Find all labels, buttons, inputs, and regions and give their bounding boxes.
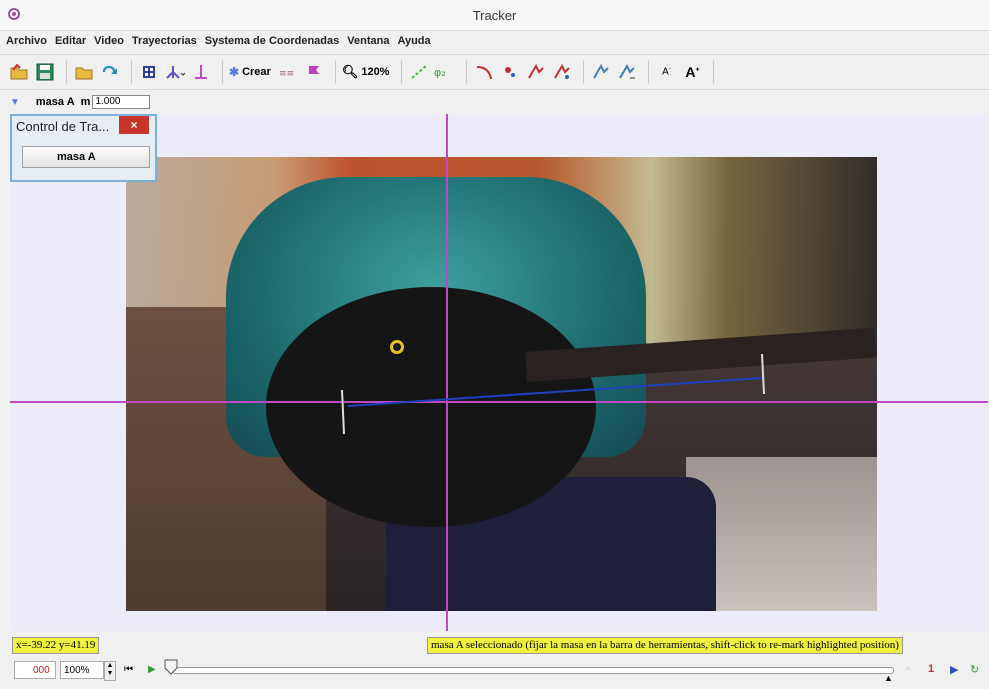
play-icon[interactable]: ▶: [148, 664, 156, 675]
calibration-icon[interactable]: [190, 61, 212, 83]
mark-icon[interactable]: [590, 61, 612, 83]
point-icon[interactable]: [499, 61, 521, 83]
toolbar-separator: [401, 60, 403, 84]
points-icon[interactable]: [303, 61, 325, 83]
zoom-button[interactable]: 🔍︎ 120%: [342, 64, 390, 80]
svg-text:≡≡: ≡≡: [279, 69, 294, 78]
line-icon[interactable]: [408, 61, 430, 83]
menu-editar[interactable]: Editar: [55, 35, 86, 47]
y-axis[interactable]: [446, 114, 448, 631]
video-canvas[interactable]: [10, 114, 988, 631]
frame-slider[interactable]: [172, 667, 894, 674]
mass-input[interactable]: 1.000: [92, 95, 151, 109]
main-toolbar: ✱ Crear ≡≡ 🔍︎ 120% φ₂ A- A+: [0, 54, 989, 90]
menu-coordenadas[interactable]: Systema de Coordenadas: [205, 35, 340, 47]
menu-video[interactable]: Video: [94, 35, 124, 47]
panel-title: Control de Tra...: [16, 119, 110, 134]
axes-icon[interactable]: [164, 61, 186, 83]
rewind-icon[interactable]: ⏮: [124, 664, 133, 675]
open-video-icon[interactable]: [73, 61, 95, 83]
status-message: masa A seleccionado (fijar la masa en la…: [427, 637, 903, 654]
font-smaller-icon[interactable]: A-: [655, 61, 677, 83]
loop-icon[interactable]: ↻: [970, 663, 979, 676]
arc-icon[interactable]: [473, 61, 495, 83]
window-title: Tracker: [472, 8, 517, 23]
svg-text:φ₂: φ₂: [434, 66, 446, 79]
track-name[interactable]: masa A: [36, 96, 75, 108]
toolbar-separator: [66, 60, 67, 84]
zoom-field[interactable]: 100%: [60, 661, 104, 679]
create-label: Crear: [242, 66, 271, 78]
menu-bar: Archivo Editar Video Trayectorias System…: [0, 31, 989, 51]
menu-trayectorias[interactable]: Trayectorias: [132, 35, 197, 47]
track-control-bar: ▼ masa A m 1.000: [0, 91, 989, 113]
angle-icon[interactable]: φ₂: [434, 61, 456, 83]
zoom-label: 120%: [361, 66, 390, 78]
create-track-button[interactable]: ✱ Crear: [229, 65, 271, 79]
menu-ayuda[interactable]: Ayuda: [397, 35, 430, 47]
save-icon[interactable]: [34, 61, 56, 83]
mass-point-marker[interactable]: [390, 340, 404, 354]
masa-a-button[interactable]: masa A: [22, 146, 150, 168]
trail2-icon[interactable]: [551, 61, 573, 83]
zoom-spinner[interactable]: ▲ ▼: [104, 661, 116, 681]
step-count-icon[interactable]: 1: [928, 663, 934, 675]
toolbar-separator: [222, 60, 223, 84]
toolbar-separator: [131, 60, 132, 84]
title-bar: Tracker: [0, 0, 989, 31]
menu-ventana[interactable]: Ventana: [347, 35, 389, 47]
mark2-icon[interactable]: [616, 61, 638, 83]
new-track-icon: ✱: [229, 65, 240, 79]
open-folder-icon[interactable]: [8, 61, 30, 83]
frame-number-field[interactable]: 000: [14, 661, 56, 679]
refresh-icon[interactable]: [99, 61, 121, 83]
slider-thumb[interactable]: [164, 659, 178, 675]
font-larger-icon[interactable]: A+: [681, 61, 703, 83]
toolbar-separator: [334, 60, 336, 84]
zoom-icon: 🔍︎: [341, 64, 359, 79]
toolbar-separator: [466, 60, 468, 84]
track-control-panel: Control de Tra... × masa A: [10, 114, 157, 182]
video-guitar: [266, 287, 596, 527]
coordinate-readout: x=-39.22 y=41.19: [12, 637, 100, 654]
mass-label: m: [80, 96, 91, 108]
clip-settings-icon[interactable]: [138, 61, 160, 83]
toolbar-separator: [583, 60, 585, 84]
toolbar-separator: [648, 60, 650, 84]
trail-icon[interactable]: [525, 61, 547, 83]
close-icon[interactable]: ×: [119, 116, 149, 134]
toolbar-separator: [713, 60, 715, 84]
menu-archivo[interactable]: Archivo: [6, 35, 47, 47]
hint-icon[interactable]: ≡≡: [277, 61, 299, 83]
step-size-icon[interactable]: ◦: [906, 663, 910, 675]
track-dropdown-icon[interactable]: ▼: [10, 97, 20, 108]
video-frame: [126, 157, 877, 611]
player-bar: 000 100% ▲ ▼ ⏮ ▶ ▲ ◦ 1 ▶ ↻: [0, 655, 989, 689]
step-forward-icon[interactable]: ▶: [950, 663, 958, 676]
end-marker-icon[interactable]: ▲: [884, 673, 893, 683]
x-axis[interactable]: [10, 401, 988, 403]
